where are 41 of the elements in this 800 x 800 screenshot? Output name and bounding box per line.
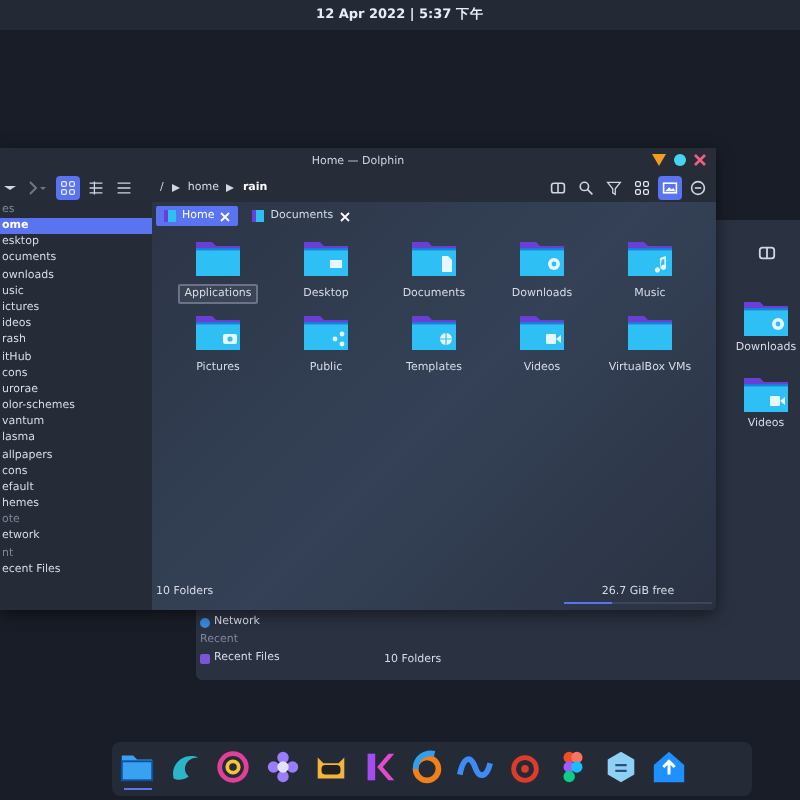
maximize-button[interactable] — [674, 154, 686, 166]
compact-list-icon — [88, 180, 104, 196]
grid-icon — [60, 180, 76, 196]
folder-icon — [626, 238, 674, 278]
minimize-icon[interactable] — [652, 154, 666, 166]
list-icon — [116, 180, 132, 196]
app-icon[interactable] — [214, 747, 253, 786]
folder-icon — [742, 298, 790, 338]
grid-icon — [634, 180, 650, 196]
toolbar-button[interactable] — [602, 176, 626, 200]
folder-icon — [302, 312, 350, 352]
filter-icon — [606, 180, 622, 196]
toolbar-button[interactable] — [574, 176, 598, 200]
view-mode-button[interactable] — [56, 176, 80, 200]
folder-icon — [518, 312, 566, 352]
forward-icon[interactable] — [28, 180, 48, 196]
app-icon[interactable] — [650, 747, 689, 786]
toolbar-button[interactable] — [630, 176, 654, 200]
menu-icon — [690, 180, 706, 196]
folder-icon — [194, 238, 242, 278]
search-icon — [578, 180, 594, 196]
split-view-icon[interactable] — [757, 244, 775, 262]
folder-icon — [626, 312, 674, 352]
image-icon — [662, 180, 678, 196]
folder-icon — [194, 312, 242, 352]
folder-icon — [164, 210, 176, 222]
separator-icon — [171, 184, 180, 192]
toolbar-button[interactable] — [686, 176, 710, 200]
back-icon[interactable] — [4, 180, 16, 196]
app-icon[interactable] — [263, 747, 302, 786]
view-mode-button[interactable] — [84, 176, 108, 200]
toolbar-button[interactable] — [546, 176, 570, 200]
separator-icon — [226, 184, 235, 192]
toolbar-button[interactable] — [658, 176, 682, 200]
folder-icon — [410, 238, 458, 278]
folder-icon — [410, 312, 458, 352]
folder-icon — [302, 238, 350, 278]
split-view-icon — [550, 180, 566, 196]
folder-icon — [252, 210, 265, 222]
folder-icon — [742, 374, 790, 414]
folder-icon — [518, 238, 566, 278]
